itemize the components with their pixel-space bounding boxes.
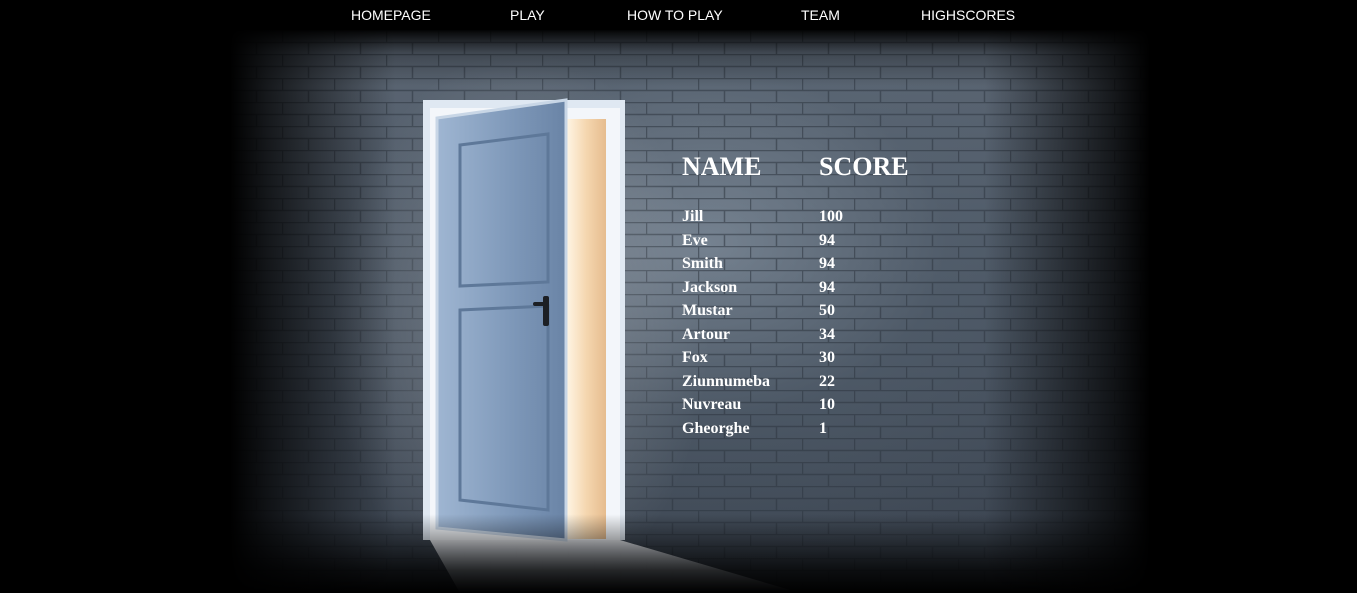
player-score: 30: [819, 349, 835, 366]
player-score: 94: [819, 231, 835, 249]
player-name: Mustar: [682, 302, 733, 319]
highscore-row: Gheorghe 1: [682, 417, 942, 441]
highscore-row: Smith 94: [682, 252, 942, 276]
highscore-row: Mustar 50: [682, 299, 942, 323]
highscore-row: Jackson 94: [682, 276, 942, 300]
player-score: 1: [819, 419, 827, 437]
player-name: Ziunnumeba: [682, 372, 771, 390]
highscore-row: Ziunnumeba 22: [682, 370, 942, 394]
player-name: Eve: [682, 231, 708, 249]
highscore-row: Jill 100: [682, 205, 942, 229]
player-name: Jackson: [682, 278, 738, 296]
player-score: 10: [819, 396, 835, 413]
player-score: 94: [819, 255, 835, 272]
player-name: Smith: [682, 255, 723, 272]
player-score: 22: [819, 372, 835, 390]
top-navigation: HOMEPAGE PLAY HOW TO PLAY TEAM HIGHSCORE…: [0, 0, 1357, 32]
nav-homepage-link[interactable]: HOMEPAGE: [351, 7, 431, 23]
score-column-header: SCORE: [819, 152, 909, 181]
nav-how-to-play-link[interactable]: HOW TO PLAY: [627, 7, 723, 23]
player-score: 94: [819, 278, 835, 296]
nav-play-link[interactable]: PLAY: [510, 7, 545, 23]
player-name: Artour: [682, 325, 730, 343]
nav-highscores-link[interactable]: HIGHSCORES: [921, 7, 1015, 23]
player-name: Jill: [682, 208, 704, 225]
name-column-header: NAME: [682, 152, 762, 181]
player-score: 100: [819, 208, 843, 225]
player-name: Gheorghe: [682, 419, 750, 437]
highscore-row: Eve 94: [682, 229, 942, 253]
highscore-row: Fox 30: [682, 346, 942, 370]
player-name: Fox: [682, 349, 708, 366]
player-score: 34: [819, 325, 835, 343]
highscore-row: Nuvreau 10: [682, 393, 942, 417]
nav-team-link[interactable]: TEAM: [801, 7, 840, 23]
highscore-row: Artour 34: [682, 323, 942, 347]
player-name: Nuvreau: [682, 396, 742, 413]
player-score: 50: [819, 302, 835, 319]
